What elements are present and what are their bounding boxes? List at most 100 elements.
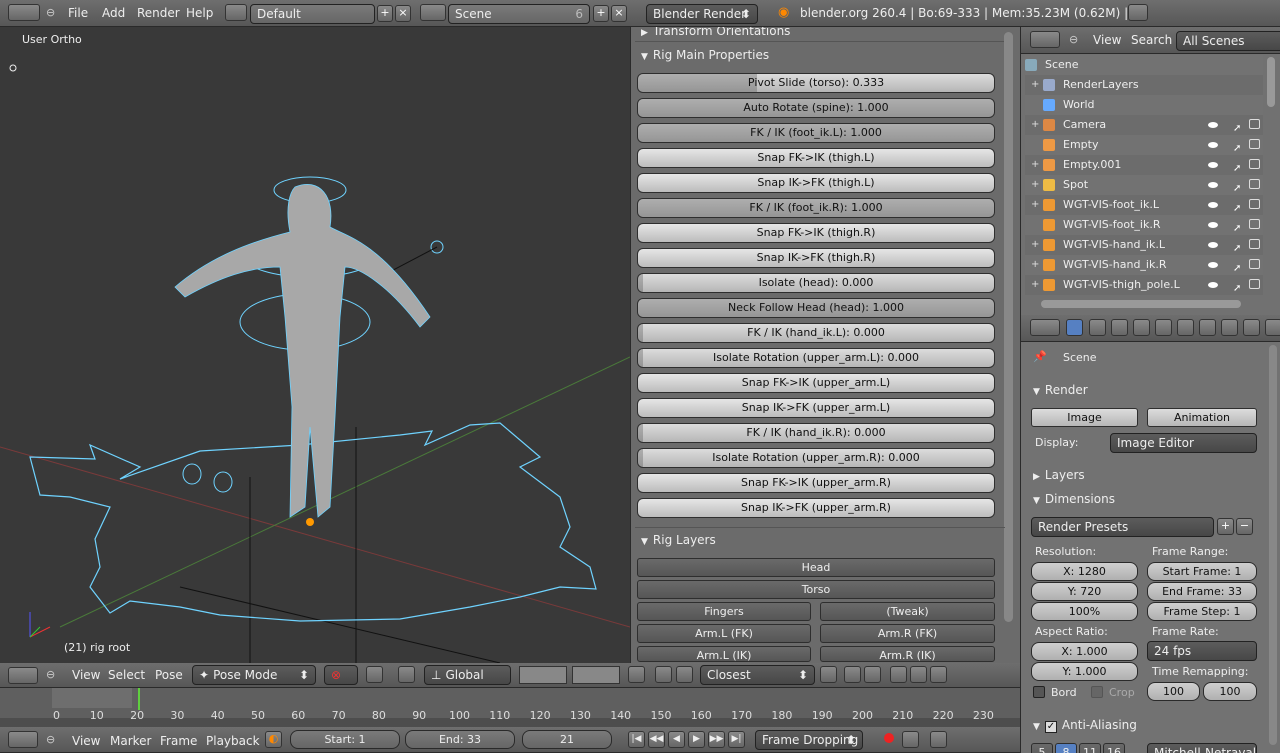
- world-context-icon[interactable]: [1133, 319, 1150, 336]
- resolution-percent-field[interactable]: 100%: [1031, 602, 1138, 621]
- selectable-arrow-icon[interactable]: ➚: [1233, 279, 1241, 299]
- outliner-item-name[interactable]: WGT-VIS-hand_ik.R: [1063, 255, 1167, 275]
- outliner-item-name[interactable]: Scene: [1045, 55, 1079, 75]
- renderable-camera-icon[interactable]: [1249, 239, 1260, 249]
- view3d-menu-view[interactable]: View: [72, 668, 100, 682]
- layer-tweak-button[interactable]: (Tweak): [820, 602, 995, 621]
- visibility-eye-icon[interactable]: [1208, 122, 1218, 128]
- aa-samples-16[interactable]: 16: [1103, 743, 1125, 753]
- property-slider[interactable]: Isolate Rotation (upper_arm.L): 0.000: [637, 348, 995, 368]
- n-panel-scrollbar[interactable]: [1004, 32, 1013, 622]
- add-screen-icon[interactable]: +: [377, 5, 393, 22]
- layer-grid-1[interactable]: [519, 666, 567, 684]
- outliner-item-name[interactable]: WGT-VIS-thigh_pole.L: [1063, 275, 1180, 295]
- property-slider[interactable]: Isolate Rotation (upper_arm.R): 0.000: [637, 448, 995, 468]
- pivot-point-icon[interactable]: [366, 666, 383, 683]
- render-layers-context-icon[interactable]: [1089, 319, 1106, 336]
- current-frame-cursor[interactable]: [137, 688, 140, 710]
- renderable-camera-icon[interactable]: [1249, 279, 1260, 289]
- jump-keyframe-back-icon[interactable]: ◀◀: [648, 731, 665, 748]
- collapse-menu-icon[interactable]: ⊖: [46, 6, 55, 19]
- scene-icon[interactable]: [420, 4, 446, 21]
- expand-icon[interactable]: +: [1031, 75, 1039, 95]
- record-icon[interactable]: [884, 733, 894, 743]
- operator-button[interactable]: Snap IK->FK (upper_arm.L): [637, 398, 995, 418]
- snap-element-icon[interactable]: [676, 666, 693, 683]
- outliner-item-name[interactable]: Empty.001: [1063, 155, 1121, 175]
- operator-button[interactable]: Snap FK->IK (upper_arm.L): [637, 373, 995, 393]
- frame-rate-select[interactable]: 24 fps: [1147, 641, 1257, 661]
- expand-icon[interactable]: +: [1031, 255, 1039, 275]
- view3d-menu-pose[interactable]: Pose: [155, 668, 183, 682]
- operator-button[interactable]: Snap IK->FK (thigh.L): [637, 173, 995, 193]
- jump-keyframe-forward-icon[interactable]: ▶▶: [708, 731, 725, 748]
- paste-flipped-pose-icon[interactable]: [930, 666, 947, 683]
- scene-context-icon[interactable]: [1111, 319, 1128, 336]
- display-select[interactable]: Image Editor: [1110, 433, 1257, 453]
- outliner-row[interactable]: + Spot ➚: [1025, 175, 1263, 195]
- layer-head-button[interactable]: Head: [637, 558, 995, 577]
- preview-range-icon[interactable]: ◐: [265, 731, 282, 748]
- aspect-x-field[interactable]: X: 1.000: [1031, 642, 1138, 661]
- collapse-menu-icon[interactable]: ⊖: [46, 668, 55, 681]
- transform-orientation-select[interactable]: ⊥ Global: [424, 665, 511, 685]
- collapse-menu-icon[interactable]: ⊖: [1069, 33, 1078, 46]
- visibility-eye-icon[interactable]: [1208, 202, 1218, 208]
- modifiers-context-icon[interactable]: [1199, 319, 1216, 336]
- timeline-menu-frame[interactable]: Frame: [160, 734, 197, 748]
- renderable-camera-icon[interactable]: [1249, 259, 1260, 269]
- remap-old-field[interactable]: 100: [1147, 682, 1200, 701]
- layer-arm-l-ik-button[interactable]: Arm.L (IK): [637, 646, 811, 662]
- operator-button[interactable]: Snap FK->IK (thigh.R): [637, 223, 995, 243]
- end-frame-timeline-field[interactable]: End: 33: [405, 730, 515, 749]
- start-frame-field[interactable]: Start Frame: 1: [1147, 562, 1257, 581]
- paste-pose-icon[interactable]: [910, 666, 927, 683]
- proportional-edit-icon[interactable]: [655, 666, 672, 683]
- editor-type-info-icon[interactable]: [8, 4, 40, 21]
- aa-samples-8[interactable]: 8: [1055, 743, 1077, 753]
- property-slider[interactable]: Auto Rotate (spine): 1.000: [637, 98, 995, 118]
- play-icon[interactable]: ▶: [688, 731, 705, 748]
- insert-keyframe-icon[interactable]: [930, 731, 947, 748]
- frame-step-field[interactable]: Frame Step: 1: [1147, 602, 1257, 621]
- layer-arm-r-ik-button[interactable]: Arm.R (IK): [820, 646, 995, 662]
- renderable-camera-icon[interactable]: [1249, 119, 1260, 129]
- expand-icon[interactable]: +: [1031, 195, 1039, 215]
- outliner-row[interactable]: + Camera ➚: [1025, 115, 1263, 135]
- properties-editor-icon[interactable]: [1030, 319, 1060, 336]
- property-slider[interactable]: FK / IK (hand_ik.L): 0.000: [637, 323, 995, 343]
- copy-pose-icon[interactable]: [890, 666, 907, 683]
- layer-arm-l-fk-button[interactable]: Arm.L (FK): [637, 624, 811, 643]
- renderable-camera-icon[interactable]: [1249, 199, 1260, 209]
- render-context-icon[interactable]: [1066, 319, 1083, 336]
- render-image-button[interactable]: Image: [1031, 408, 1138, 427]
- expand-icon[interactable]: +: [1031, 275, 1039, 295]
- fullscreen-icon[interactable]: [1128, 4, 1148, 21]
- constraints-context-icon[interactable]: [1177, 319, 1194, 336]
- border-checkbox[interactable]: [1033, 686, 1045, 698]
- operator-button[interactable]: Snap FK->IK (thigh.L): [637, 148, 995, 168]
- timeline-menu-view[interactable]: View: [72, 734, 100, 748]
- operator-button[interactable]: Snap IK->FK (upper_arm.R): [637, 498, 995, 518]
- outliner-menu-search[interactable]: Search: [1131, 33, 1172, 47]
- layer-torso-button[interactable]: Torso: [637, 580, 995, 599]
- delete-screen-icon[interactable]: ×: [395, 5, 411, 22]
- render-still-icon[interactable]: [844, 666, 861, 683]
- outliner-hscrollbar[interactable]: [1041, 300, 1241, 308]
- outliner-item-name[interactable]: RenderLayers: [1063, 75, 1139, 95]
- resolution-x-field[interactable]: X: 1280: [1031, 562, 1138, 581]
- resolution-y-field[interactable]: Y: 720: [1031, 582, 1138, 601]
- outliner-menu-view[interactable]: View: [1093, 33, 1121, 47]
- rig-layers-header[interactable]: ▼ Rig Layers: [641, 533, 716, 547]
- data-context-icon[interactable]: [1221, 319, 1238, 336]
- current-frame-field[interactable]: 21: [522, 730, 612, 749]
- dimensions-panel-header[interactable]: ▼ Dimensions: [1033, 492, 1115, 506]
- pin-icon[interactable]: 📌: [1033, 350, 1047, 363]
- visibility-eye-icon[interactable]: [1208, 262, 1218, 268]
- timeline-menu-marker[interactable]: Marker: [110, 734, 151, 748]
- outliner-item-name[interactable]: Spot: [1063, 175, 1088, 195]
- add-preset-icon[interactable]: +: [1217, 518, 1234, 535]
- render-engine-select[interactable]: Blender Render ⬍: [646, 4, 758, 24]
- jump-start-icon[interactable]: |◀: [628, 731, 645, 748]
- expand-icon[interactable]: +: [1031, 115, 1039, 135]
